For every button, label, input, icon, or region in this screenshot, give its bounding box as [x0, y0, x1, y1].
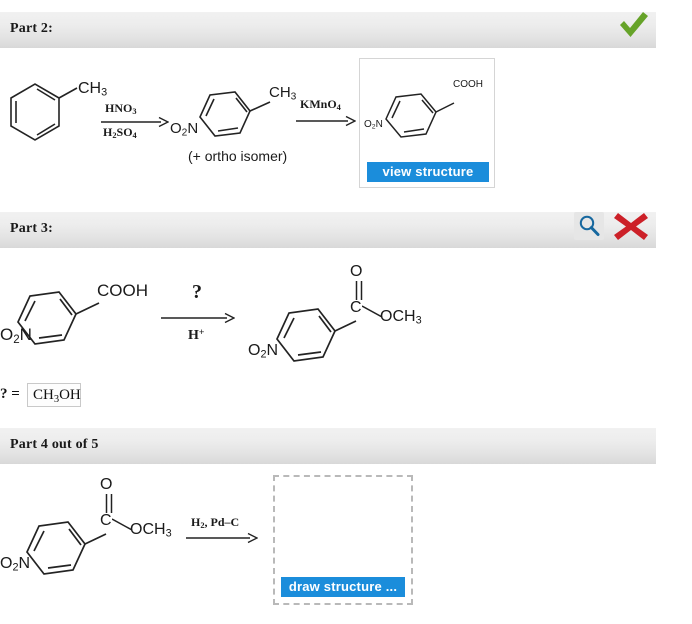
part3-carbonyl-carbon-label: C	[350, 299, 362, 316]
toluene-structure	[5, 78, 83, 144]
part3-methoxy-label: OCH3	[380, 308, 422, 327]
part4-reactant-nitro-label: O2N	[0, 555, 31, 574]
green-check-icon	[617, 10, 651, 40]
acid-catalyst-label: H+	[188, 327, 205, 343]
part2-header-bar: Part 2:	[0, 12, 656, 48]
part3-reactant-nitro-label: O2N	[0, 325, 32, 346]
nitrobenzoic-cooh-label: COOH	[453, 79, 483, 90]
part4-header-bar: Part 4 out of 5	[0, 428, 656, 464]
nitrobenzoic-acid-structure	[382, 81, 464, 143]
part3-header-bar: Part 3:	[0, 212, 656, 248]
toluene-methyl-label: CH3	[78, 80, 108, 99]
part3-carbonyl-oxygen-label: O	[350, 263, 363, 280]
part4-carbonyl-oxygen-label: O	[100, 476, 113, 493]
draw-structure-dropzone[interactable]: draw structure ...	[273, 475, 413, 605]
exercise-page: Part 2: CH3 HNO3 H2SO4 O2N CH3 (+ ortho …	[0, 0, 692, 624]
reagent-kmno4-label: KMnO4	[300, 97, 341, 113]
ortho-isomer-note: (+ ortho isomer)	[188, 148, 288, 164]
part3-reaction-arrow	[161, 312, 235, 324]
nitrobenzoic-nitro-label: O2N	[364, 119, 383, 131]
unknown-reagent-label: ?	[192, 281, 202, 303]
reagent-hno3-label: HNO3	[105, 101, 137, 117]
reagent-h2-pdc-label: H2, Pd–C	[191, 515, 240, 531]
part4-carbonyl-carbon-label: C	[100, 512, 112, 529]
answer-prompt: ? =	[0, 386, 20, 402]
nitrotoluene-methyl-label: CH3	[269, 84, 297, 103]
part3-carbonyl-double-bond	[354, 281, 366, 300]
part4-carbonyl-double-bond	[104, 494, 116, 513]
nitrotoluene-nitro-label: O2N	[170, 120, 199, 139]
answer-value: CH3OH	[33, 387, 81, 405]
magnifier-icon[interactable]	[574, 212, 604, 240]
view-structure-button[interactable]: view structure	[367, 162, 489, 182]
reaction-arrow-2	[296, 115, 356, 127]
draw-structure-button[interactable]: draw structure ...	[281, 577, 405, 597]
answer-field[interactable]: CH3OH	[27, 383, 81, 407]
part2-product-box: COOH O2N view structure	[359, 58, 495, 188]
red-cross-icon	[613, 211, 649, 242]
part3-label: Part 3:	[10, 221, 53, 236]
part4-methoxy-label: OCH3	[130, 521, 172, 540]
part2-label: Part 2:	[10, 21, 53, 36]
part4-label: Part 4 out of 5	[10, 437, 99, 452]
reagent-h2so4-label: H2SO4	[103, 125, 137, 141]
part3-product-nitro-label: O2N	[248, 342, 279, 361]
part4-reaction-arrow	[186, 532, 258, 544]
part3-reactant-cooh-label: COOH	[97, 281, 148, 300]
